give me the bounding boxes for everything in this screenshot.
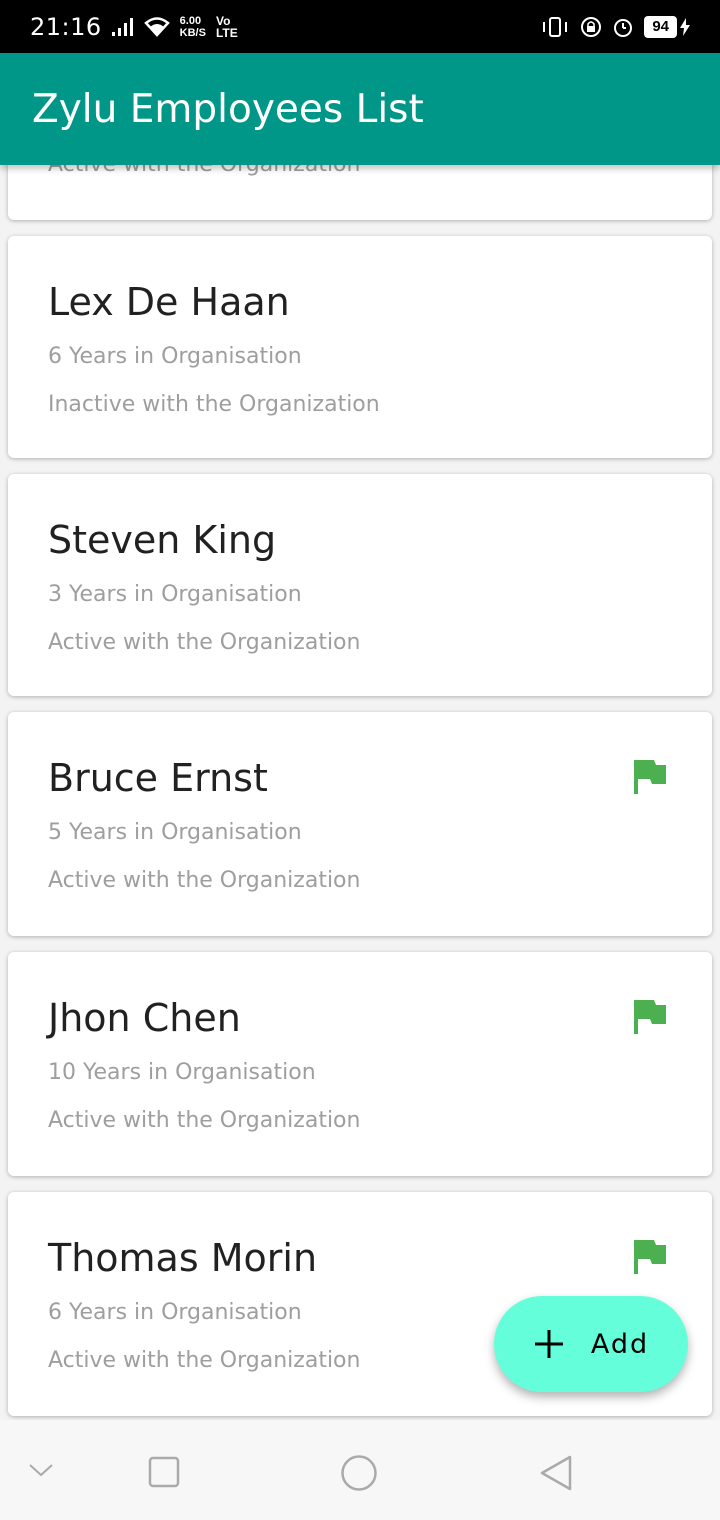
alarm-icon — [614, 18, 633, 37]
employee-name: Steven King — [48, 518, 277, 562]
employee-status: Active with the Organization — [48, 630, 361, 655]
employee-card[interactable]: Lex De Haan 6 Years in Organisation Inac… — [8, 236, 712, 458]
employee-status: Active with the Organization — [48, 1108, 361, 1133]
speed-unit: KB/S — [179, 26, 206, 39]
employee-name: Lex De Haan — [48, 280, 290, 324]
employee-years: 5 Years in Organisation — [48, 820, 302, 845]
network-type: Vo LTE — [216, 15, 238, 39]
add-employee-button[interactable]: Add — [494, 1296, 688, 1392]
home-button[interactable] — [340, 1454, 378, 1492]
lock-rotation-icon — [581, 16, 602, 37]
employee-list[interactable]: Active with the Organization Lex De Haan… — [0, 0, 720, 1420]
employee-status: Inactive with the Organization — [48, 392, 380, 417]
flag-icon — [634, 1240, 666, 1274]
app-screen: Active with the Organization Lex De Haan… — [0, 0, 720, 1520]
charging-icon — [680, 17, 690, 36]
lte-label: LTE — [215, 25, 238, 40]
employee-card[interactable]: Bruce Ernst 5 Years in Organisation Acti… — [8, 712, 712, 936]
employee-years: 6 Years in Organisation — [48, 1300, 302, 1325]
back-button[interactable] — [538, 1454, 574, 1492]
employee-name: Thomas Morin — [48, 1236, 318, 1280]
flag-icon — [634, 760, 666, 794]
speed-value: 6.00 — [179, 14, 202, 27]
employee-status: Active with the Organization — [48, 868, 361, 893]
flag-icon — [634, 1000, 666, 1034]
chevron-down-icon[interactable] — [28, 1462, 54, 1478]
status-left: 21:16 6.00 KB/S Vo LTE — [30, 13, 238, 41]
employee-name: Bruce Ernst — [48, 756, 268, 800]
page-title: Zylu Employees List — [32, 86, 424, 132]
signal-icon — [111, 17, 133, 36]
employee-years: 3 Years in Organisation — [48, 582, 302, 607]
battery-level: 94 — [644, 15, 677, 38]
add-button-label: Add — [590, 1328, 650, 1360]
employee-card[interactable]: Steven King 3 Years in Organisation Acti… — [8, 474, 712, 696]
volte-label: Vo — [215, 13, 231, 28]
app-bar: Zylu Employees List — [0, 53, 720, 165]
employee-years: 10 Years in Organisation — [48, 1060, 316, 1085]
clock: 21:16 — [30, 12, 102, 41]
employee-years: 6 Years in Organisation — [48, 344, 302, 369]
system-nav-bar — [0, 1420, 720, 1520]
status-right: 94 — [540, 15, 690, 38]
employee-name: Jhon Chen — [48, 996, 241, 1040]
recent-apps-button[interactable] — [148, 1456, 180, 1488]
status-bar: 21:16 6.00 KB/S Vo LTE 94 — [0, 0, 720, 53]
wifi-icon — [143, 16, 170, 37]
network-speed: 6.00 KB/S — [180, 15, 206, 39]
vibrate-icon — [543, 16, 568, 37]
employee-card[interactable]: Jhon Chen 10 Years in Organisation Activ… — [8, 952, 712, 1176]
battery-indicator: 94 — [644, 15, 690, 38]
plus-icon — [534, 1330, 563, 1358]
employee-status: Active with the Organization — [48, 1348, 361, 1373]
